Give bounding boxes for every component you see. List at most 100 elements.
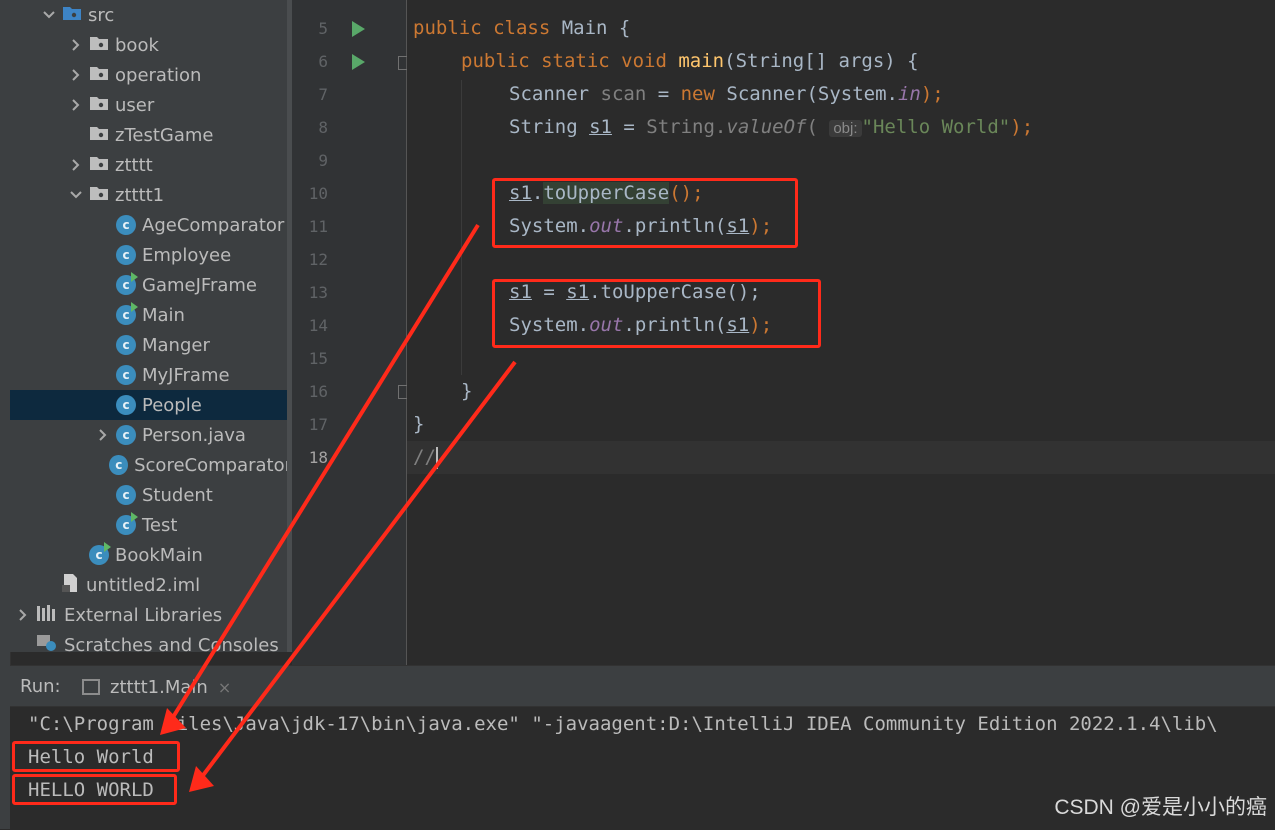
class-icon: c <box>116 395 136 415</box>
tree-item-people[interactable]: c People <box>10 390 292 420</box>
tree-item-label: zTestGame <box>115 124 214 146</box>
module-file-icon <box>62 573 86 598</box>
annotation-box-toUpperCase-discarded <box>492 178 798 248</box>
tree-item-person-java[interactable]: c Person.java <box>10 420 292 450</box>
current-line-highlight <box>407 441 1275 474</box>
tree-item-label: GameJFrame <box>142 274 257 296</box>
tree-item-label: BookMain <box>115 544 203 566</box>
tree-item-label: Employee <box>142 244 232 266</box>
tree-item-label: AgeComparator <box>142 214 285 236</box>
tree-item-bookmain[interactable]: c BookMain <box>10 540 292 570</box>
line-number: 18 <box>308 448 328 467</box>
tree-item-myjframe[interactable]: c MyJFrame <box>10 360 292 390</box>
annotation-box-hello-world <box>12 741 180 772</box>
tree-item-label: ScoreComparator <box>134 454 292 476</box>
chevron-right-icon[interactable] <box>69 158 83 172</box>
run-label: Run: <box>20 676 61 697</box>
line-number: 9 <box>318 151 328 170</box>
code-line-17: } <box>413 413 425 435</box>
tree-item-label: People <box>142 394 202 416</box>
project-tree: src book operation user zTestGame ztttt ztttt1… <box>0 0 292 652</box>
line-number: 5 <box>318 19 328 38</box>
tree-item-scratches-and-consoles[interactable]: Scratches and Consoles <box>10 630 292 652</box>
annotation-box-toUpperCase-assigned <box>492 279 821 348</box>
watermark: CSDN @爱是小小的癌 <box>1054 796 1267 819</box>
annotation-box-hello-world-upper <box>12 774 177 805</box>
line-number: 16 <box>308 382 328 401</box>
runnable-class-icon: c <box>89 542 111 565</box>
run-main-gutter-icon[interactable] <box>352 54 365 70</box>
tree-item-book[interactable]: book <box>10 30 292 60</box>
tree-item-label: book <box>115 34 159 56</box>
chevron-right-icon[interactable] <box>16 608 30 622</box>
class-icon: c <box>116 425 136 445</box>
tree-item-test[interactable]: c Test <box>10 510 292 540</box>
parameter-hint: obj: <box>829 120 862 137</box>
libraries-icon <box>36 604 64 627</box>
tree-item-scorecomparator[interactable]: c ScoreComparator <box>10 450 292 480</box>
line-number: 14 <box>308 316 328 335</box>
line-number: 10 <box>308 184 328 203</box>
tree-item-label: Person.java <box>142 424 246 446</box>
tree-item-label: Scratches and Consoles <box>64 634 279 653</box>
class-icon: c <box>116 485 136 505</box>
class-icon: c <box>109 455 129 475</box>
code-line-7: Scanner scan = new Scanner(System.in); <box>509 83 944 105</box>
runnable-class-icon: c <box>116 512 138 535</box>
tree-item-manger[interactable]: c Manger <box>10 330 292 360</box>
package-icon <box>89 65 115 86</box>
code-line-8: String s1 = String.valueOf( obj: "Hello W… <box>509 116 1034 138</box>
class-icon: c <box>116 335 136 355</box>
close-tab-icon[interactable]: × <box>218 678 231 697</box>
console-icon <box>82 679 100 695</box>
run-class-gutter-icon[interactable] <box>352 21 365 37</box>
run-tab-ztttt1-main[interactable]: ztttt1.Main × <box>82 670 231 704</box>
code-line-16: } <box>461 380 473 402</box>
tree-item-src[interactable]: src <box>10 0 292 30</box>
line-number: 12 <box>308 250 328 269</box>
tree-item-employee[interactable]: c Employee <box>10 240 292 270</box>
package-icon <box>89 95 115 116</box>
runnable-class-icon: c <box>116 302 138 325</box>
tree-item-ztttt[interactable]: ztttt <box>10 150 292 180</box>
chevron-down-icon[interactable] <box>42 8 56 22</box>
line-number: 17 <box>308 415 328 434</box>
line-number: 8 <box>318 118 328 137</box>
indent-guide <box>461 80 462 375</box>
tree-item-main[interactable]: c Main <box>10 300 292 330</box>
tree-item-label: Student <box>142 484 213 506</box>
tree-item-label: Manger <box>142 334 210 356</box>
chevron-right-icon[interactable] <box>96 428 110 442</box>
class-icon: c <box>116 365 136 385</box>
scratches-icon <box>36 634 64 653</box>
tree-item-user[interactable]: user <box>10 90 292 120</box>
text-caret <box>435 446 438 469</box>
tree-item-label: src <box>88 4 115 26</box>
tree-item-ztestgame[interactable]: zTestGame <box>10 120 292 150</box>
tree-item-student[interactable]: c Student <box>10 480 292 510</box>
tree-item-label: untitled2.iml <box>86 574 201 596</box>
chevron-right-icon[interactable] <box>69 38 83 52</box>
source-folder-icon <box>62 5 88 26</box>
class-icon: c <box>116 215 136 235</box>
tree-item-external-libraries[interactable]: External Libraries <box>10 600 292 630</box>
tree-item-label: MyJFrame <box>142 364 230 386</box>
package-icon <box>89 35 115 56</box>
tree-item-untitled2-iml[interactable]: untitled2.iml <box>10 570 292 600</box>
tree-item-label: ztttt <box>115 154 153 176</box>
tree-item-ztttt1[interactable]: ztttt1 <box>10 180 292 210</box>
console-command-line: "C:\Program Files\Java\jdk-17\bin\java.e… <box>28 713 1218 735</box>
package-icon <box>89 125 115 146</box>
tree-item-agecomparator[interactable]: c AgeComparator <box>10 210 292 240</box>
line-number: 15 <box>308 349 328 368</box>
tree-item-operation[interactable]: operation <box>10 60 292 90</box>
line-number: 11 <box>308 217 328 236</box>
chevron-right-icon[interactable] <box>69 68 83 82</box>
chevron-down-icon[interactable] <box>69 188 83 202</box>
tree-item-gamejframe[interactable]: c GameJFrame <box>10 270 292 300</box>
code-line-18: // <box>413 446 438 469</box>
line-number: 13 <box>308 283 328 302</box>
package-icon <box>89 155 115 176</box>
code-line-5: public class Main { <box>413 17 631 39</box>
chevron-right-icon[interactable] <box>69 98 83 112</box>
